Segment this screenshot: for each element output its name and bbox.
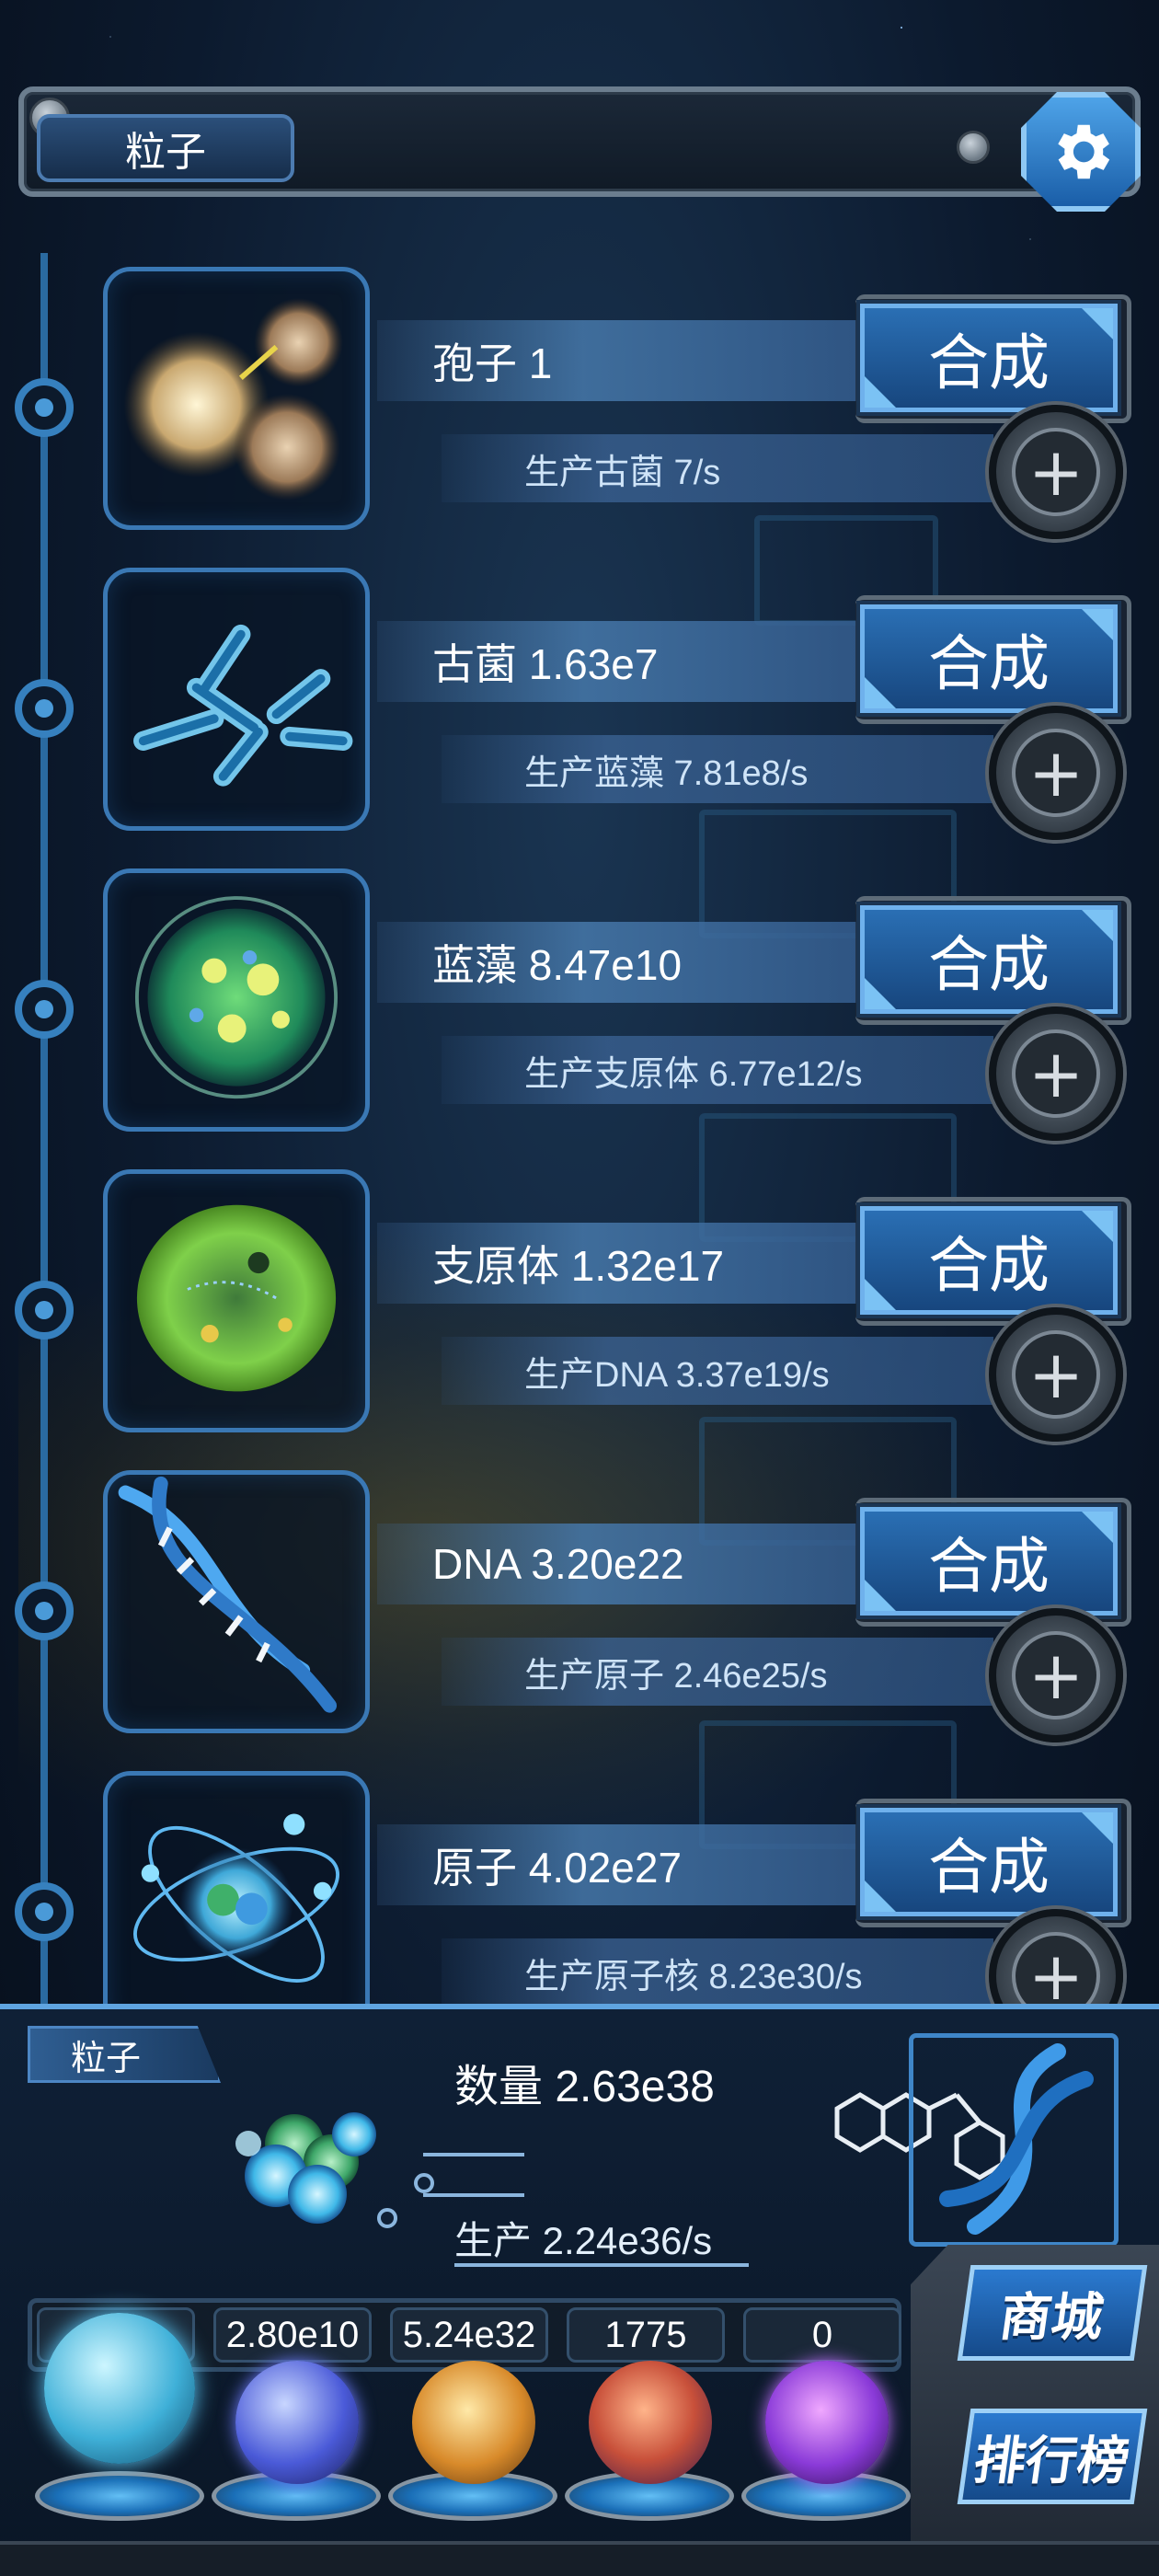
particle-orb-button[interactable] (44, 2313, 195, 2464)
synthesize-button[interactable]: 合成 (860, 1206, 1118, 1315)
unit-row-archaea: 古菌 1.63e7 合成 生产蓝藻 7.81e8/s + (0, 568, 1159, 844)
leaderboard-button[interactable]: 排行榜 (957, 2409, 1148, 2504)
gear-icon (1058, 124, 1110, 179)
production-bar: 生产古菌 7/s (442, 434, 993, 502)
plus-icon: + (1012, 428, 1100, 516)
unit-name-bar: 原子 4.02e27 (377, 1824, 892, 1905)
production-bar: 生产原子核 8.23e30/s (442, 1938, 993, 2007)
production-label: 生产原子 2.46e25/s (524, 1656, 828, 1696)
top-bar: 粒子 (0, 74, 1159, 230)
lightning-orb-button[interactable] (235, 2361, 359, 2484)
production-label: 生产蓝藻 7.81e8/s (524, 753, 809, 793)
vortex-orb-button[interactable] (765, 2361, 889, 2484)
category-tab-label: 粒子 (125, 130, 206, 175)
plus-icon: + (1012, 1631, 1100, 1719)
synthesize-button[interactable]: 合成 (860, 1507, 1118, 1616)
currency-value: 2.80e10 (213, 2307, 372, 2363)
plus-icon: + (1012, 1330, 1100, 1419)
atom-icon (103, 1771, 370, 2034)
total-count-label: 数量 2.63e38 (454, 2063, 715, 2111)
currency-value: 0 (743, 2307, 901, 2363)
synthesize-label: 合成 (928, 629, 1050, 697)
synthesize-button[interactable]: 合成 (860, 304, 1118, 412)
upgrade-plus-button[interactable]: + (989, 405, 1123, 539)
plus-icon: + (1012, 729, 1100, 817)
unit-name-label: 古菌 1.63e7 (432, 640, 659, 688)
settings-button[interactable] (1021, 92, 1141, 212)
plus-icon: + (1012, 1029, 1100, 1118)
currency-text: 1775 (604, 2314, 687, 2355)
galaxy-orb-button[interactable] (412, 2361, 535, 2484)
synthesize-label: 合成 (928, 328, 1050, 397)
production-bar: 生产蓝藻 7.81e8/s (442, 735, 993, 803)
upgrade-plus-button[interactable]: + (989, 1307, 1123, 1442)
unit-name-label: 支原体 1.32e17 (432, 1242, 725, 1290)
currency-value: 1775 (567, 2307, 725, 2363)
production-label: 生产支原体 6.77e12/s (524, 1054, 863, 1094)
production-label: 生产原子核 8.23e30/s (524, 1957, 863, 1996)
shop-button[interactable]: 商城 (957, 2265, 1148, 2361)
unit-name-label: 蓝藻 8.47e10 (432, 941, 683, 989)
unit-name-bar: 古菌 1.63e7 (377, 621, 892, 702)
synthesize-label: 合成 (928, 930, 1050, 998)
game-screen: 粒子 孢子 1 合成 生产古菌 7/s + 古菌 1.63e7 合成 生产蓝藻 … (0, 0, 1159, 2576)
unit-name-bar: 蓝藻 8.47e10 (377, 922, 892, 1003)
connector-dot (414, 2173, 434, 2193)
mycoplasma-icon (103, 1169, 370, 1432)
production-label: 生产古菌 7/s (524, 453, 721, 492)
unit-name-bar: 孢子 1 (377, 320, 892, 401)
unit-name-label: 孢子 1 (432, 339, 553, 387)
total-production-label: 生产 2.24e36/s (454, 2219, 713, 2262)
upgrade-plus-button[interactable]: + (989, 1608, 1123, 1742)
category-tab-particle[interactable]: 粒子 (37, 114, 294, 182)
archaea-icon (103, 568, 370, 831)
currency-text: 0 (811, 2314, 833, 2355)
unit-row-cyanobacteria: 蓝藻 8.47e10 合成 生产支原体 6.77e12/s + (0, 868, 1159, 1144)
production-label: 生产DNA 3.37e19/s (524, 1355, 830, 1395)
spore-icon (103, 267, 370, 530)
currency-text: 5.24e32 (402, 2314, 536, 2355)
leaderboard-label: 排行榜 (970, 2431, 1133, 2490)
synthesize-label: 合成 (928, 1231, 1050, 1299)
summary-category-text: 粒子 (71, 2039, 142, 2078)
unit-row-mycoplasma: 支原体 1.32e17 合成 生产DNA 3.37e19/s + (0, 1169, 1159, 1445)
unit-name-bar: 支原体 1.32e17 (377, 1223, 892, 1304)
brain-orb-button[interactable] (589, 2361, 712, 2484)
synthesize-label: 合成 (928, 1532, 1050, 1600)
production-bar: 生产支原体 6.77e12/s (442, 1036, 993, 1104)
dna-helix-icon (103, 1470, 370, 1733)
production-bar: 生产DNA 3.37e19/s (442, 1337, 993, 1405)
currency-value: 5.24e32 (390, 2307, 548, 2363)
synthesize-button[interactable]: 合成 (860, 905, 1118, 1014)
shop-label: 商城 (996, 2287, 1107, 2346)
bottom-rail (0, 2541, 1159, 2576)
screw-icon (957, 131, 990, 164)
summary-category-label: 粒子 (28, 2026, 221, 2083)
cyanobacteria-icon (103, 868, 370, 1132)
connector-line (423, 2193, 524, 2197)
unit-row-dna: DNA 3.20e22 合成 生产原子 2.46e25/s + (0, 1470, 1159, 1746)
synthesize-label: 合成 (928, 1833, 1050, 1901)
underline (454, 2263, 749, 2267)
connector-line (423, 2153, 524, 2156)
upgrade-plus-button[interactable]: + (989, 706, 1123, 840)
unit-name-label: 原子 4.02e27 (432, 1844, 683, 1892)
dna-helix-icon (939, 2043, 1094, 2235)
unit-name-bar: DNA 3.20e22 (377, 1524, 892, 1604)
synthesize-button[interactable]: 合成 (860, 1808, 1118, 1916)
orb-pedestal (35, 2471, 204, 2521)
unit-name-label: DNA 3.20e22 (432, 1540, 684, 1588)
connector-dot (377, 2208, 397, 2228)
currency-text: 2.80e10 (225, 2314, 360, 2355)
unit-row-spore: 孢子 1 合成 生产古菌 7/s + (0, 267, 1159, 543)
upgrade-plus-button[interactable]: + (989, 1006, 1123, 1141)
synthesize-button[interactable]: 合成 (860, 604, 1118, 713)
production-bar: 生产原子 2.46e25/s (442, 1638, 993, 1706)
